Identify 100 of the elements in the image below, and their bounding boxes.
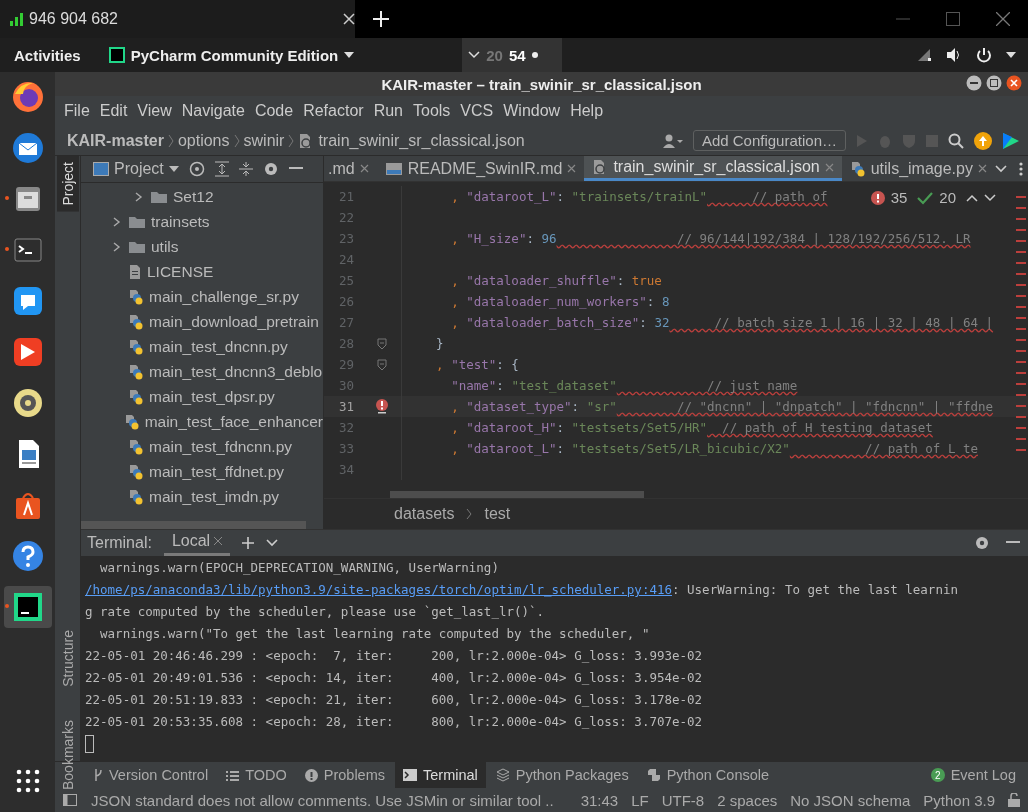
- tree-item[interactable]: main_test_dpsr.py: [149, 387, 275, 406]
- scrollbar[interactable]: [81, 520, 306, 529]
- panel-title[interactable]: Project: [114, 160, 164, 178]
- check-icon: [917, 190, 934, 205]
- mail-icon[interactable]: [10, 131, 45, 165]
- error-count[interactable]: 35: [890, 189, 908, 206]
- menu-item[interactable]: View: [132, 102, 177, 120]
- search-icon[interactable]: [948, 132, 964, 149]
- app-menu[interactable]: PyCharm Community Edition: [130, 46, 339, 64]
- scrollbar[interactable]: [390, 490, 644, 498]
- locate-icon[interactable]: [188, 161, 205, 177]
- python-file-icon: [128, 488, 144, 505]
- breadcrumb[interactable]: options: [177, 131, 230, 150]
- settings-icon[interactable]: [262, 161, 279, 177]
- maximize-icon[interactable]: [986, 75, 1002, 91]
- down-icon[interactable]: [984, 193, 996, 202]
- menu-item[interactable]: Edit: [94, 102, 133, 120]
- tree-item[interactable]: main_test_dncnn.py: [149, 337, 288, 356]
- fold-icon[interactable]: [376, 358, 387, 371]
- add-configuration-button[interactable]: Add Configuration…: [692, 130, 846, 151]
- tree-item[interactable]: LICENSE: [147, 262, 214, 281]
- add-tab-icon[interactable]: [373, 11, 389, 27]
- status-item[interactable]: 2 spaces: [717, 791, 778, 809]
- tool-window-button[interactable]: TODO: [218, 762, 295, 788]
- tree-item[interactable]: main_test_imdn.py: [149, 487, 280, 506]
- firefox-icon[interactable]: [10, 80, 45, 114]
- tree-item[interactable]: utils: [151, 237, 179, 256]
- tree-item[interactable]: Set12: [173, 187, 214, 206]
- menu-item[interactable]: Refactor: [298, 102, 369, 120]
- tree-item[interactable]: main_test_fdncnn.py: [149, 437, 293, 456]
- tree-item[interactable]: trainsets: [151, 212, 210, 231]
- close-icon[interactable]: [1006, 75, 1022, 91]
- chevron-down-icon[interactable]: [994, 164, 1007, 173]
- more-icon[interactable]: [1018, 161, 1023, 176]
- minimize-icon[interactable]: [966, 75, 982, 91]
- chevron-down-icon[interactable]: [266, 538, 279, 547]
- update-icon[interactable]: [974, 131, 992, 150]
- minimize-icon[interactable]: [288, 167, 303, 171]
- warning-count[interactable]: 20: [939, 189, 956, 206]
- python-file-icon: [128, 363, 144, 380]
- fold-icon[interactable]: [376, 337, 387, 350]
- panel-icon[interactable]: [63, 794, 77, 806]
- chevron-right-icon[interactable]: [135, 191, 143, 202]
- menu-item[interactable]: Navigate: [176, 102, 250, 120]
- terminal-tab[interactable]: Local: [163, 529, 231, 556]
- editor-tab[interactable]: .md: [324, 156, 377, 181]
- breadcrumb[interactable]: KAIR-master: [67, 131, 164, 150]
- status-item[interactable]: No JSON schema: [790, 791, 911, 809]
- menu-item[interactable]: Window: [498, 102, 566, 120]
- status-dot-icon: [531, 52, 538, 58]
- tool-window-button[interactable]: Problems: [296, 762, 393, 788]
- editor-tab[interactable]: README_SwinIR.md: [376, 156, 585, 181]
- tree-item[interactable]: main_test_face_enhancer: [144, 412, 323, 431]
- menu-item[interactable]: File: [59, 102, 95, 120]
- editor-tab[interactable]: train_swinir_sr_classical.json: [584, 156, 842, 181]
- activities-button[interactable]: Activities: [0, 46, 95, 64]
- menu-item[interactable]: Tools: [408, 102, 456, 120]
- breadcrumb[interactable]: datasets: [394, 504, 455, 523]
- tool-window-tab[interactable]: Bookmarks: [56, 714, 79, 797]
- help-icon[interactable]: [10, 539, 45, 573]
- tree-item[interactable]: main_challenge_sr.py: [149, 287, 299, 306]
- code-line: , "H_size": 96 // 96/144|192/384 | 128/192/256/512. LR: [450, 231, 971, 246]
- add-icon[interactable]: [242, 536, 255, 549]
- clock-digits: 54: [508, 46, 526, 64]
- tool-window-button[interactable]: Version Control: [85, 762, 217, 788]
- chevron-right-icon[interactable]: [113, 216, 121, 227]
- status-item[interactable]: Python 3.9: [923, 791, 995, 809]
- event-log-button[interactable]: 2 Event Log: [922, 762, 1028, 788]
- tool-window-tab[interactable]: Project: [56, 156, 79, 212]
- tree-item[interactable]: main_download_pretrain: [149, 312, 319, 331]
- tool-window-button[interactable]: Python Packages: [487, 762, 637, 788]
- close-icon[interactable]: [343, 13, 355, 25]
- code-line: , "dataloader_shuffle": true: [450, 273, 662, 288]
- editor-tab[interactable]: utils_image.py: [841, 156, 995, 181]
- caret-icon: [1006, 52, 1016, 58]
- tree-item[interactable]: main_test_dncnn3_deblo: [149, 362, 323, 381]
- menu-item[interactable]: VCS: [455, 102, 499, 120]
- collapse-all-icon[interactable]: [238, 161, 253, 177]
- up-icon[interactable]: [966, 193, 978, 202]
- tree-item[interactable]: main_test_ffdnet.py: [149, 462, 284, 481]
- error-bulb-icon[interactable]: [375, 398, 388, 415]
- menu-item[interactable]: Run: [368, 102, 408, 120]
- breadcrumb[interactable]: test: [484, 504, 511, 523]
- breadcrumb[interactable]: train_swinir_sr_classical.json: [318, 131, 525, 150]
- breadcrumb[interactable]: swinir: [243, 131, 285, 150]
- chevron-right-icon[interactable]: [113, 241, 121, 252]
- terminal-cursor: [85, 734, 94, 753]
- menu-item[interactable]: Code: [249, 102, 299, 120]
- settings-icon[interactable]: [974, 534, 990, 551]
- user-icon[interactable]: [662, 133, 683, 148]
- expand-all-icon[interactable]: [214, 161, 229, 177]
- menu-item[interactable]: Help: [565, 102, 609, 120]
- status-item[interactable]: 31:43: [580, 791, 619, 809]
- lock-icon[interactable]: [1008, 793, 1020, 807]
- file-link[interactable]: /home/ps/anaconda3/lib/python3.9/site-packages/torch/optim/lr_scheduler.py:416: [85, 582, 672, 598]
- tool-window-button[interactable]: Python Console: [638, 762, 778, 788]
- status-item[interactable]: LF: [631, 791, 649, 809]
- tool-window-tab[interactable]: Structure: [56, 623, 79, 693]
- status-item[interactable]: UTF-8: [661, 791, 705, 809]
- tool-window-button[interactable]: Terminal: [395, 762, 486, 788]
